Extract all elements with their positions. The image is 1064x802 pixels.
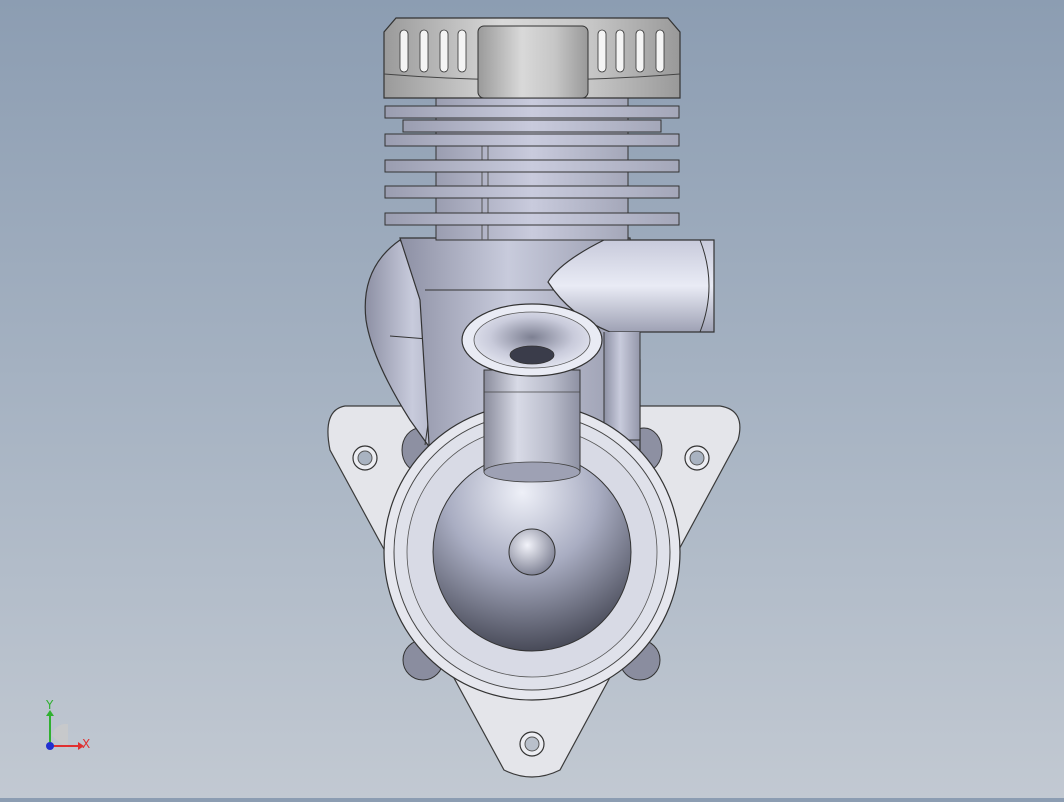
cylinder-head <box>383 17 681 99</box>
y-axis-label: Y <box>45 698 54 712</box>
coordinate-triad: X Y <box>45 698 90 751</box>
engine-model[interactable] <box>0 0 1064 798</box>
z-axis-dot <box>46 742 54 750</box>
carburetor-tube <box>483 369 581 473</box>
crank-hub <box>508 528 556 576</box>
3d-viewport[interactable]: X Y <box>0 0 1064 798</box>
x-axis-label: X <box>82 737 90 751</box>
